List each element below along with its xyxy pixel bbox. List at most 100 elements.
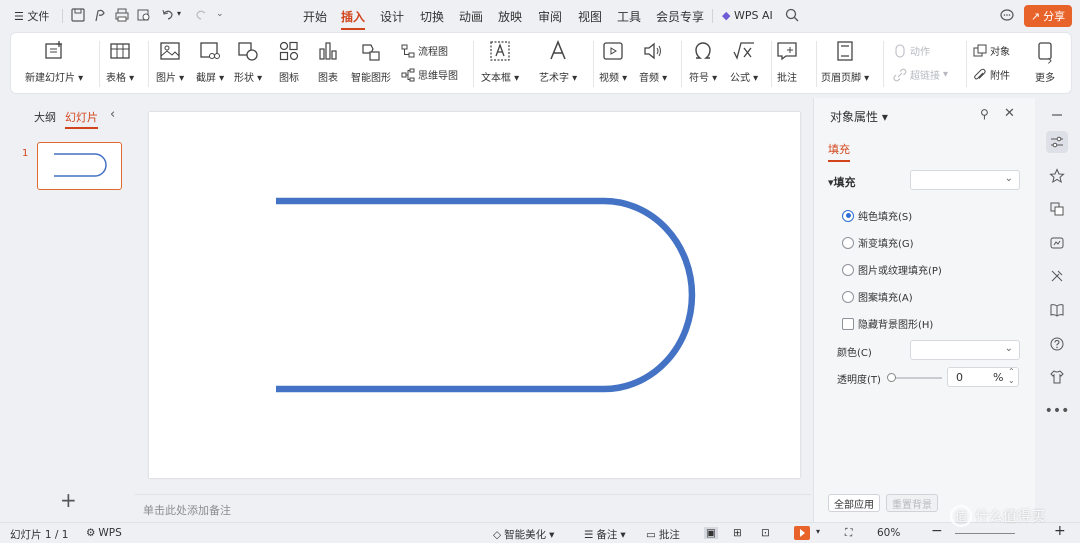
apply-all-button[interactable]: 全部应用 (828, 494, 880, 512)
minimize-panel-icon[interactable] (1046, 104, 1068, 126)
object-button[interactable]: 对象 (973, 43, 1010, 58)
ribbon-scroll-right-icon[interactable]: › (1047, 53, 1053, 69)
textbox-button[interactable]: 文本框 ▾ (481, 39, 519, 84)
export-pdf-icon[interactable] (92, 7, 108, 23)
tab-member[interactable]: 会员专享 (656, 8, 704, 25)
share-button[interactable]: ↗ 分享 (1024, 5, 1072, 27)
fill-section-header[interactable]: ▾填充 (828, 174, 856, 190)
properties-icon[interactable] (1046, 131, 1068, 153)
audio-button[interactable]: 音频 ▾ (639, 39, 667, 84)
copy-layout-icon[interactable] (1046, 198, 1068, 220)
radio-solid-fill[interactable]: 纯色填充(S) (842, 208, 912, 223)
tools-icon[interactable] (1046, 265, 1068, 287)
panel-title[interactable]: 对象属性 ▾ (830, 108, 888, 125)
smart-beautify-button[interactable]: ◇ 智能美化 ▾ (493, 527, 554, 542)
radio-picture-fill[interactable]: 图片或纹理填充(P) (842, 262, 942, 277)
wordart-button[interactable]: 艺术字 ▾ (539, 39, 577, 84)
reading-view-icon[interactable]: ⊡ (761, 527, 770, 539)
help-icon[interactable] (1046, 333, 1068, 355)
tab-transition[interactable]: 切换 (420, 8, 444, 25)
close-icon[interactable]: ✕ (1004, 106, 1015, 121)
tab-review[interactable]: 审阅 (538, 8, 562, 25)
undo-dropdown-icon[interactable]: ▾ (177, 9, 181, 18)
fill-type-dropdown[interactable]: ⌄ (910, 170, 1020, 190)
chat-icon[interactable] (999, 7, 1015, 23)
file-menu[interactable]: ☰ 文件 (14, 8, 49, 24)
new-slide-button[interactable]: 新建幻灯片 ▾ (25, 39, 83, 84)
wps-status-button[interactable]: ⚙ WPS (86, 527, 122, 539)
radio-pattern-fill[interactable]: 图案填充(A) (842, 289, 913, 304)
zoom-in-icon[interactable]: + (1054, 523, 1066, 539)
wps-ai-button[interactable]: ◆ WPS AI (722, 9, 773, 22)
radio-button[interactable] (842, 236, 854, 249)
video-button[interactable]: 视频 ▾ (599, 39, 627, 84)
play-slideshow-button[interactable] (794, 526, 810, 540)
spinner-icon[interactable]: ⌃ ⌄ (1008, 367, 1015, 385)
zoom-level[interactable]: 60% (877, 527, 900, 539)
undo-icon[interactable] (160, 7, 176, 23)
normal-view-icon[interactable]: ▣ (704, 527, 718, 539)
slide-thumbnail[interactable] (37, 142, 122, 190)
tab-animation[interactable]: 动画 (459, 8, 483, 25)
icon-button[interactable]: 图标 (277, 39, 301, 84)
tab-tools[interactable]: 工具 (617, 8, 641, 25)
tab-outline[interactable]: 大纲 (34, 109, 56, 125)
color-dropdown[interactable]: ⌄ (910, 340, 1020, 360)
transparency-input[interactable]: 0 % ⌃ ⌄ (947, 367, 1019, 387)
symbol-button[interactable]: 符号 ▾ (689, 39, 717, 84)
tab-home[interactable]: 开始 (303, 8, 327, 25)
tab-design[interactable]: 设计 (380, 8, 404, 25)
picture-button[interactable]: 图片 ▾ (156, 39, 184, 84)
tab-slides[interactable]: 幻灯片 (65, 109, 98, 129)
slide-canvas[interactable] (149, 112, 800, 478)
beautify-icon[interactable] (1046, 232, 1068, 254)
ribbon-divider (681, 41, 682, 87)
hide-background-checkbox[interactable]: 隐藏背景图形(H) (842, 316, 933, 331)
mindmap-button[interactable]: 思维导图 (401, 67, 458, 82)
more-chevron-icon[interactable]: ⌄ (216, 9, 224, 19)
attachment-button[interactable]: 附件 (973, 67, 1010, 82)
print-preview-icon[interactable] (136, 7, 152, 23)
more-icon[interactable]: ••• (1045, 400, 1070, 422)
formula-button[interactable]: 公式 ▾ (730, 39, 758, 84)
comments-toggle-button[interactable]: ▭ 批注 (646, 527, 680, 542)
fit-window-icon[interactable]: ⛶ (845, 527, 852, 540)
save-icon[interactable] (70, 7, 86, 23)
table-button[interactable]: 表格 ▾ (106, 39, 134, 84)
more-button[interactable]: 更多 (1033, 39, 1057, 84)
flowchart-button[interactable]: 流程图 (401, 43, 448, 58)
checkbox[interactable] (842, 317, 854, 330)
shirt-icon[interactable] (1046, 366, 1068, 388)
tab-view[interactable]: 视图 (578, 8, 602, 25)
search-icon[interactable] (784, 7, 800, 23)
comment-button[interactable]: 批注 (775, 39, 799, 84)
slider-handle[interactable] (887, 373, 896, 382)
add-slide-icon[interactable]: + (60, 488, 77, 512)
header-footer-button[interactable]: 页眉页脚 ▾ (821, 39, 869, 84)
notes-toggle-button[interactable]: ☰ 备注 ▾ (584, 527, 626, 542)
chart-button[interactable]: 图表 (316, 39, 340, 84)
slide-shape[interactable] (149, 112, 800, 478)
grid-view-icon[interactable]: ⊞ (733, 527, 742, 539)
print-icon[interactable] (114, 7, 130, 23)
transparency-slider[interactable] (887, 373, 942, 382)
screenshot-button[interactable]: 截屏 ▾ (196, 39, 224, 84)
smart-art-button[interactable]: 智能图形 (351, 39, 391, 84)
zoom-slider[interactable] (955, 533, 1015, 534)
radio-gradient-fill[interactable]: 渐变填充(G) (842, 235, 914, 250)
radio-button[interactable] (842, 209, 854, 222)
tab-fill[interactable]: 填充 (828, 141, 850, 162)
radio-button[interactable] (842, 263, 854, 276)
play-dropdown-icon[interactable]: ▾ (816, 527, 820, 536)
shape-button[interactable]: 形状 ▾ (234, 39, 262, 84)
tab-insert[interactable]: 插入 (341, 8, 366, 30)
book-icon[interactable] (1046, 299, 1068, 321)
star-icon[interactable] (1046, 165, 1068, 187)
pin-icon[interactable]: ⚲ (980, 107, 989, 121)
radio-button[interactable] (842, 290, 854, 303)
notes-area[interactable]: 单击此处添加备注 (135, 494, 811, 522)
mindmap-label: 思维导图 (418, 71, 458, 82)
collapse-panel-icon[interactable]: ‹ (110, 107, 115, 122)
tab-slideshow[interactable]: 放映 (498, 8, 522, 25)
zoom-out-icon[interactable]: − (931, 523, 943, 539)
